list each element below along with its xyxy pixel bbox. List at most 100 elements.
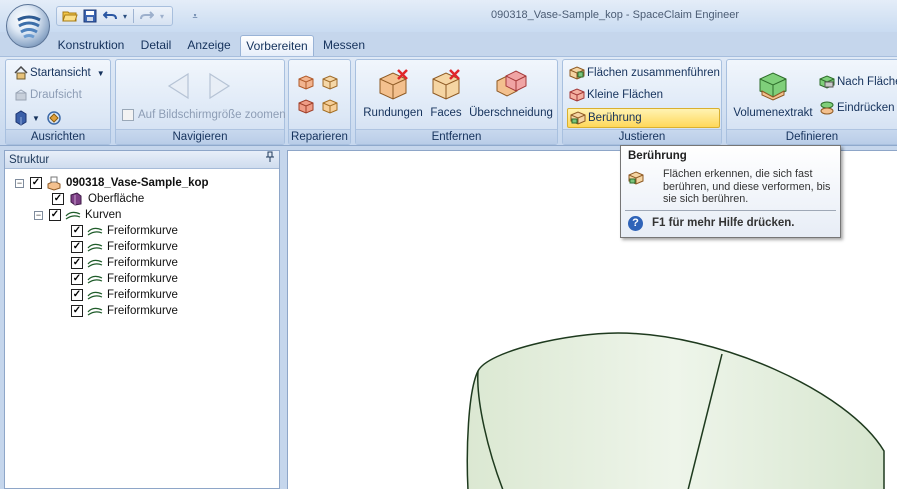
- tree-item-label: Oberfläche: [88, 193, 145, 205]
- visibility-checkbox[interactable]: ✓: [71, 273, 83, 285]
- by-face-icon: [819, 74, 835, 90]
- repair-extra-edges-icon[interactable]: [321, 98, 339, 117]
- save-icon[interactable]: [81, 8, 99, 24]
- tab-vorbereiten[interactable]: Vorbereiten: [240, 35, 314, 56]
- group-label-ausrichten: Ausrichten: [6, 129, 110, 144]
- quick-access-toolbar: ▾ ▾: [56, 6, 173, 26]
- small-faces-icon: [569, 87, 585, 103]
- tree-item-label: Freiformkurve: [107, 273, 178, 285]
- remove-rounds-icon: [379, 69, 408, 100]
- tree-item-label: Kurven: [85, 209, 122, 221]
- kleine-flaechen-button[interactable]: Kleine Flächen: [569, 87, 663, 103]
- customize-icon[interactable]: ⩡: [186, 8, 204, 24]
- visibility-checkbox[interactable]: ✓: [71, 225, 83, 237]
- tree-item-label: Freiformkurve: [107, 305, 178, 317]
- merge-faces-icon: [569, 65, 585, 81]
- tree-item-label: Freiformkurve: [107, 241, 178, 253]
- group-label-definieren: Definieren: [727, 129, 897, 144]
- tree-item-label: Freiformkurve: [107, 257, 178, 269]
- vase-surface[interactable]: [466, 332, 885, 489]
- tooltip-body: Flächen erkennen, die sich fast berühren…: [663, 168, 831, 205]
- draufsicht-button[interactable]: Draufsicht: [14, 88, 82, 102]
- tooltip-separator: [625, 210, 836, 211]
- tree-item-kurven[interactable]: − ✓ Kurven: [34, 207, 121, 223]
- redo-icon[interactable]: [138, 8, 156, 24]
- collapse-icon[interactable]: −: [15, 178, 24, 188]
- volumenextrakt-button[interactable]: Volumenextrakt: [733, 67, 813, 119]
- tree-item-curve[interactable]: ✓ Freiformkurve: [71, 239, 178, 255]
- next-view-icon[interactable]: [208, 72, 232, 103]
- flaechen-zusammenfuehren-label: Flächen zusammenführen: [587, 67, 720, 79]
- tree-item-label: 090318_Vase-Sample_kop: [66, 177, 209, 189]
- nach-flaechen-button[interactable]: Nach Fläche: [819, 74, 897, 90]
- redo-dropdown-icon[interactable]: ▾: [158, 8, 166, 24]
- eindruecken-button[interactable]: Eindrücken: [819, 100, 895, 116]
- tree-item-root[interactable]: − ✓ 090318_Vase-Sample_kop: [15, 175, 209, 191]
- panel-splitter[interactable]: [280, 150, 287, 489]
- collapse-icon[interactable]: −: [34, 210, 43, 220]
- visibility-checkbox[interactable]: ✓: [52, 193, 64, 205]
- tooltip-title: Berührung: [628, 150, 687, 162]
- group-label-navigieren: Navigieren: [116, 129, 284, 144]
- previous-view-icon[interactable]: [166, 72, 190, 103]
- faces-button[interactable]: Faces: [426, 67, 466, 119]
- group-entfernen: Rundungen Faces Überschneidung Entfernen: [355, 59, 558, 145]
- tree-item-curve[interactable]: ✓ Freiformkurve: [71, 223, 178, 239]
- app-menu-button[interactable]: [6, 4, 50, 48]
- tree-item-label: Freiformkurve: [107, 225, 178, 237]
- visibility-checkbox[interactable]: ✓: [49, 209, 61, 221]
- nach-flaechen-label: Nach Fläche: [837, 76, 897, 88]
- tree-item-curve[interactable]: ✓ Freiformkurve: [71, 255, 178, 271]
- flaechen-zusammenfuehren-button[interactable]: Flächen zusammenführen: [569, 65, 720, 81]
- visibility-checkbox[interactable]: ✓: [71, 257, 83, 269]
- tab-messen[interactable]: Messen: [318, 35, 370, 56]
- startansicht-button[interactable]: Startansicht ▼: [14, 66, 105, 80]
- pin-icon[interactable]: [266, 151, 274, 170]
- group-definieren: Volumenextrakt Nach Fläche Eindrücken De…: [726, 59, 897, 145]
- curve-icon: [87, 288, 103, 302]
- rundungen-button[interactable]: Rundungen: [362, 67, 424, 119]
- repair-missing-faces-icon[interactable]: [297, 98, 315, 117]
- remove-faces-icon: [432, 69, 460, 100]
- curve-icon: [87, 240, 103, 254]
- view-cube-button[interactable]: ▼: [14, 110, 64, 126]
- group-navigieren: Auf Bildschirmgröße zoomen Navigieren: [115, 59, 286, 145]
- visibility-checkbox[interactable]: ✓: [71, 289, 83, 301]
- open-icon[interactable]: [61, 8, 79, 24]
- group-justieren: Flächen zusammenführen Kleine Flächen Be…: [562, 59, 722, 145]
- undo-icon[interactable]: [101, 8, 119, 24]
- checkbox-unchecked: [122, 109, 134, 121]
- surface-icon: [68, 192, 84, 206]
- tree-item-oberflaeche[interactable]: ✓ Oberfläche: [52, 191, 144, 207]
- group-label-justieren: Justieren: [563, 129, 721, 144]
- curve-icon: [87, 272, 103, 286]
- ueberschneidung-button[interactable]: Überschneidung: [468, 67, 554, 119]
- repair-split-edges-icon[interactable]: [297, 74, 315, 93]
- plan-view-icon: [14, 88, 28, 102]
- window-title: 090318_Vase-Sample_kop - SpaceClaim Engi…: [490, 9, 740, 21]
- visibility-checkbox[interactable]: ✓: [30, 177, 42, 189]
- curves-group-icon: [65, 208, 81, 222]
- visibility-checkbox[interactable]: ✓: [71, 305, 83, 317]
- visibility-checkbox[interactable]: ✓: [71, 241, 83, 253]
- group-label-reparieren: Reparieren: [289, 129, 350, 144]
- tree-item-curve[interactable]: ✓ Freiformkurve: [71, 287, 178, 303]
- tab-konstruktion[interactable]: Konstruktion: [55, 35, 127, 56]
- beruehrung-button[interactable]: Berührung: [567, 108, 720, 128]
- tab-detail[interactable]: Detail: [134, 35, 178, 56]
- curve-icon: [87, 304, 103, 318]
- repair-gaps-icon[interactable]: [321, 74, 339, 93]
- zoom-to-fit-checkbox[interactable]: Auf Bildschirmgröße zoomen: [122, 109, 286, 121]
- volumenextrakt-label: Volumenextrakt: [733, 107, 813, 119]
- curve-icon: [87, 224, 103, 238]
- undo-dropdown-icon[interactable]: ▾: [121, 8, 129, 24]
- structure-panel-title: Struktur: [9, 154, 50, 166]
- tangency-icon: [570, 110, 586, 126]
- tree-item-curve[interactable]: ✓ Freiformkurve: [71, 271, 178, 287]
- group-reparieren: Reparieren: [288, 59, 351, 145]
- imprint-icon: [819, 100, 835, 116]
- curve-icon: [87, 256, 103, 270]
- tab-anzeige[interactable]: Anzeige: [183, 35, 235, 56]
- tree-item-label: Freiformkurve: [107, 289, 178, 301]
- tree-item-curve[interactable]: ✓ Freiformkurve: [71, 303, 178, 319]
